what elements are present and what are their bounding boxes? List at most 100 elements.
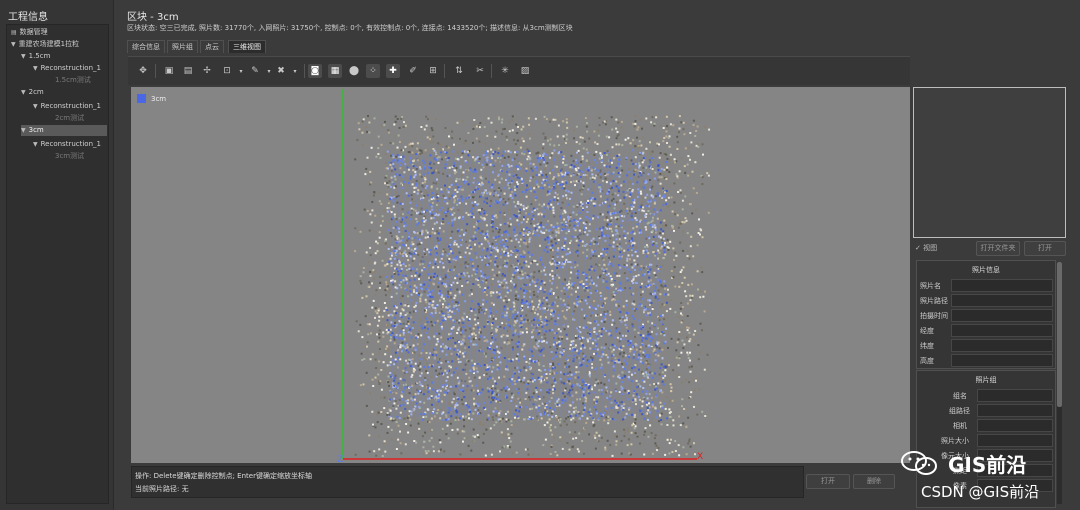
3d-viewport[interactable]: Z X 3cm <box>131 87 910 463</box>
view-checkbox-label: 视图 <box>923 244 938 252</box>
field-label: 纬度 <box>920 342 934 350</box>
altitude-field[interactable] <box>951 354 1053 367</box>
tree-item-production[interactable]: 2cm测试 <box>55 113 84 124</box>
open-folder-button[interactable]: 打开文件夹 <box>976 241 1020 256</box>
operation-hint: 操作: Delete键确定删除控制点; Enter键确定缩放坐标轴 <box>135 472 312 480</box>
tree-item-reconstruction[interactable]: ▼ Reconstruction_1 <box>33 101 101 112</box>
tab-3d-view[interactable]: 三维视图 <box>228 40 266 53</box>
open-button[interactable]: 打开 <box>806 474 850 489</box>
tree-item-label: 3cm <box>28 126 44 134</box>
photo-size-field[interactable] <box>977 434 1053 447</box>
tree-item-label: 重建农场建模1拉粒 <box>18 40 80 48</box>
chevron-down-icon[interactable]: ▼ <box>33 63 38 74</box>
tree-item-reconstruction[interactable]: ▼ Reconstruction_1 <box>33 139 101 150</box>
brush-icon[interactable]: ✐ <box>406 64 420 78</box>
tree-item-block-3cm[interactable]: ▼ 3cm <box>21 125 107 136</box>
view-checkbox[interactable]: ✓ 视图 <box>915 243 937 253</box>
latitude-field[interactable] <box>951 339 1053 352</box>
field-label: 相机 <box>953 422 967 430</box>
camera-field[interactable] <box>977 419 1053 432</box>
photo-preview <box>913 87 1066 238</box>
tree-item-label: Reconstruction_1 <box>40 140 101 148</box>
tools-icon[interactable]: ✖ <box>274 64 288 78</box>
group-name-field[interactable] <box>977 389 1053 402</box>
field-label: 照片名 <box>920 282 941 290</box>
point-select-icon[interactable]: ⁘ <box>366 64 380 78</box>
toolbar-divider <box>304 64 305 78</box>
point-cloud <box>354 115 711 457</box>
toolbar-divider <box>491 64 492 78</box>
tree-item-production[interactable]: 1.5cm测试 <box>55 75 91 86</box>
tab-overview[interactable]: 综合信息 <box>127 40 165 53</box>
chevron-down-icon[interactable]: ▼ <box>21 125 26 136</box>
field-label: 照片大小 <box>941 437 969 445</box>
location-icon[interactable]: ⬤ <box>347 64 361 78</box>
tree-item-data-management[interactable]: ▤ 数据管理 <box>11 27 48 38</box>
chevron-down-icon[interactable]: ▼ <box>33 101 38 112</box>
tree-item-label: 数据管理 <box>19 28 48 36</box>
camera-group-icon[interactable]: ▣ <box>162 64 176 78</box>
view-toolbar: ✥ ▣ ▤ ✢ ⊡ ▾ ✎ ▾ ✖ ▾ ◙ ▦ ⬤ ⁘ ✚ ✐ ⊞ ⇅ ✂ ✳ … <box>128 56 910 85</box>
scissors-icon[interactable]: ✂ <box>473 64 487 78</box>
current-photo-path: 当前照片路径: 无 <box>135 485 189 493</box>
camera-add-icon[interactable]: ▤ <box>181 64 195 78</box>
field-label: 组路径 <box>949 407 970 415</box>
toolbar-divider <box>444 64 445 78</box>
field-label: 照片路径 <box>920 297 948 305</box>
photo-group-title: 照片组 <box>975 376 997 384</box>
photo-info-group: 照片信息 照片名 照片路径 拍摄时间 经度 纬度 高度 <box>916 260 1056 369</box>
chevron-down-icon[interactable]: ▾ <box>288 64 302 78</box>
chevron-down-icon[interactable]: ▼ <box>21 51 26 62</box>
group-path-field[interactable] <box>977 404 1053 417</box>
z-axis-label: Z <box>337 455 343 463</box>
tree-item-production[interactable]: 3cm测试 <box>55 151 84 162</box>
photo-name-field[interactable] <box>951 279 1053 292</box>
chevron-down-icon[interactable]: ▼ <box>33 139 38 150</box>
fit-icon[interactable]: ⊞ <box>426 64 440 78</box>
longitude-field[interactable] <box>951 324 1053 337</box>
block-label: 3cm <box>151 95 167 103</box>
photo-view-icon[interactable]: ▦ <box>328 64 342 78</box>
project-panel: 工程信息 ▤ 数据管理 ▼ 重建农场建模1拉粒 ▼ 1.5cm ▼ Reconstruc… <box>0 0 114 510</box>
x-axis-label: X <box>697 452 703 462</box>
swap-icon[interactable]: ⇅ <box>452 64 466 78</box>
page-title: 区块 - 3cm <box>127 12 179 23</box>
delete-button[interactable]: 删除 <box>853 474 895 489</box>
chevron-down-icon[interactable]: ▾ <box>234 64 248 78</box>
tie-point-icon[interactable]: ✢ <box>200 64 214 78</box>
scrollbar-thumb[interactable] <box>1057 262 1062 407</box>
tree-item-project[interactable]: ▼ 重建农场建模1拉粒 <box>11 39 79 50</box>
project-panel-title: 工程信息 <box>8 12 48 23</box>
capture-time-field[interactable] <box>951 309 1053 322</box>
tree-item-block-2cm[interactable]: ▼ 2cm <box>21 87 44 98</box>
database-icon: ▤ <box>11 29 17 36</box>
open-photo-button[interactable]: 打开 <box>1024 241 1066 256</box>
tree-item-reconstruction[interactable]: ▼ Reconstruction_1 <box>33 63 101 74</box>
block-color-swatch <box>137 94 146 103</box>
toolbar-divider <box>155 64 156 78</box>
photo-path-field[interactable] <box>951 294 1053 307</box>
field-label: 经度 <box>920 327 934 335</box>
tree-item-label: Reconstruction_1 <box>40 64 101 72</box>
camera-icon[interactable]: ◙ <box>308 64 322 78</box>
tab-photo-groups[interactable]: 照片组 <box>167 40 198 53</box>
frame-icon[interactable]: ⊡ <box>220 64 234 78</box>
tree-item-label: 2cm <box>28 88 44 96</box>
crosshair-icon[interactable]: ✚ <box>386 64 400 78</box>
wechat-icon <box>901 451 937 475</box>
field-label: 拍摄时间 <box>920 312 948 320</box>
field-label: 高度 <box>920 357 934 365</box>
watermark-source: CSDN @GIS前沿 <box>921 483 1040 501</box>
star-icon[interactable]: ✳ <box>498 64 512 78</box>
tree-item-block-1-5cm[interactable]: ▼ 1.5cm <box>21 51 50 62</box>
tree-item-label: 1.5cm <box>28 52 51 60</box>
chevron-down-icon[interactable]: ▼ <box>21 87 26 98</box>
image-icon[interactable]: ▨ <box>518 64 532 78</box>
tree-item-label: Reconstruction_1 <box>40 102 101 110</box>
tab-point-cloud[interactable]: 点云 <box>200 40 224 53</box>
pin-icon[interactable]: ✎ <box>248 64 262 78</box>
move-icon[interactable]: ✥ <box>136 64 150 78</box>
point-cloud-canvas: Z X <box>337 89 711 463</box>
chevron-down-icon[interactable]: ▼ <box>11 39 16 50</box>
field-label: 组名 <box>953 392 967 400</box>
